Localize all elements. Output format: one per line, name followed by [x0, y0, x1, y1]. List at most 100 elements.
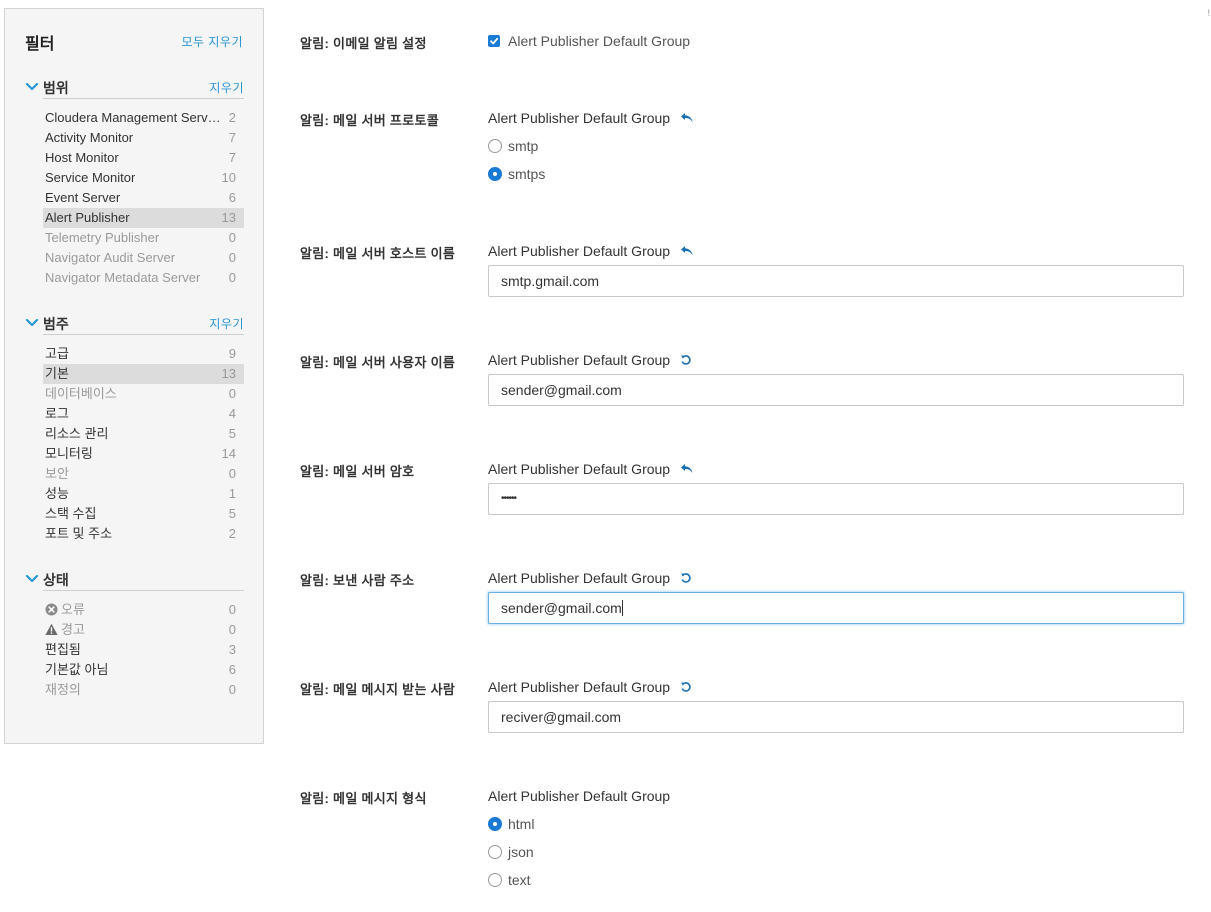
list-item-count: 13: [221, 210, 236, 225]
list-item-label: 성능: [45, 486, 69, 501]
group-name: Alert Publisher Default Group: [488, 679, 671, 695]
status-item-non-default[interactable]: 기본값 아님 6: [43, 660, 244, 680]
category-item-monitoring[interactable]: 모니터링 14: [43, 444, 244, 464]
group-label: Alert Publisher Default Group: [488, 461, 694, 478]
radio-button[interactable]: [488, 139, 502, 153]
scope-list: Cloudera Management Servi... 2 Activity M…: [43, 108, 244, 288]
scope-item-telemetry-publisher[interactable]: Telemetry Publisher 0: [43, 228, 244, 248]
protocol-option-smtps[interactable]: smtps: [488, 164, 545, 184]
reset-circular-icon[interactable]: [680, 680, 692, 696]
format-option-html[interactable]: html: [488, 814, 534, 834]
category-item-performance[interactable]: 성능 1: [43, 484, 244, 504]
checkbox-checked-icon[interactable]: [488, 35, 500, 47]
scope-item-event-server[interactable]: Event Server 6: [43, 188, 244, 208]
radio-button-selected[interactable]: [488, 167, 502, 181]
category-item-database[interactable]: 데이터베이스 0: [43, 384, 244, 404]
format-option-text[interactable]: text: [488, 870, 531, 890]
category-item-advanced[interactable]: 고급 9: [43, 344, 244, 364]
radio-button[interactable]: [488, 873, 502, 887]
category-item-resource-management[interactable]: 리소스 관리 5: [43, 424, 244, 444]
list-item-count: 2: [228, 110, 236, 125]
mail-recipients-input[interactable]: reciver@gmail.com: [488, 701, 1184, 733]
list-item-count: 1: [228, 486, 236, 501]
filter-sidebar: 필터 모두 지우기 범위 지우기 Cloudera Management Ser…: [4, 8, 264, 744]
group-label: Alert Publisher Default Group: [488, 110, 694, 127]
category-section: 범주 지우기 고급 9 기본 13 데이터베이스 0 로그 4 리소스 관리 5 모니터링…: [25, 313, 244, 544]
group-label: Alert Publisher Default Group: [488, 243, 694, 260]
input-value: sender@gmail.com: [501, 600, 622, 616]
group-name: Alert Publisher Default Group: [488, 788, 671, 804]
revert-arrow-icon[interactable]: [680, 244, 694, 260]
list-item-count: 0: [228, 386, 236, 401]
clear-category-link[interactable]: 지우기: [209, 315, 244, 332]
mail-username-input[interactable]: sender@gmail.com: [488, 374, 1184, 406]
checkbox-label: Alert Publisher Default Group: [508, 33, 691, 49]
status-item-edited[interactable]: 편집됨 3: [43, 640, 244, 660]
scope-item-host-monitor[interactable]: Host Monitor 7: [43, 148, 244, 168]
category-item-security[interactable]: 보안 0: [43, 464, 244, 484]
revert-arrow-icon[interactable]: [680, 462, 694, 478]
scope-item-navigator-audit-server[interactable]: Navigator Audit Server 0: [43, 248, 244, 268]
list-item-count: 7: [228, 150, 236, 165]
status-title: 상태: [43, 572, 69, 588]
chevron-down-icon[interactable]: [25, 571, 39, 585]
scope-item-cloudera-management[interactable]: Cloudera Management Servi... 2: [43, 108, 244, 128]
scope-item-alert-publisher[interactable]: Alert Publisher 13: [43, 208, 244, 228]
category-title: 범주: [43, 316, 69, 332]
format-option-json[interactable]: json: [488, 842, 534, 862]
status-section-header: 상태: [25, 569, 244, 591]
list-item-count: 0: [228, 250, 236, 265]
group-name: Alert Publisher Default Group: [488, 570, 671, 586]
chevron-down-icon[interactable]: [25, 79, 39, 93]
radio-button[interactable]: [488, 845, 502, 859]
list-item-label: 보안: [45, 466, 69, 481]
email-alerts-checkbox[interactable]: Alert Publisher Default Group: [488, 33, 690, 49]
scope-item-activity-monitor[interactable]: Activity Monitor 7: [43, 128, 244, 148]
list-item-label: 모니터링: [45, 446, 93, 461]
reset-circular-icon[interactable]: [680, 571, 692, 587]
list-item-label: 데이터베이스: [45, 386, 117, 401]
category-section-header: 범주 지우기: [25, 313, 244, 335]
radio-button-selected[interactable]: [488, 817, 502, 831]
group-name: Alert Publisher Default Group: [488, 243, 671, 259]
list-item-label: Activity Monitor: [45, 130, 134, 145]
setting-label: 알림: 메일 서버 암호: [300, 464, 415, 479]
status-item-warning[interactable]: 경고 0: [43, 620, 244, 640]
clear-all-filters-link[interactable]: 모두 지우기: [181, 33, 243, 50]
group-label: Alert Publisher Default Group: [488, 352, 692, 369]
text-caret: [621, 600, 623, 616]
radio-label: text: [508, 872, 531, 888]
clear-scope-link[interactable]: 지우기: [209, 79, 244, 96]
mail-host-input[interactable]: smtp.gmail.com: [488, 265, 1184, 297]
list-item-count: 0: [228, 682, 236, 697]
list-item-count: 5: [228, 506, 236, 521]
mail-password-input[interactable]: ••••••: [488, 483, 1184, 515]
list-item-label: 로그: [45, 406, 69, 421]
list-item-label: Alert Publisher: [45, 210, 130, 225]
category-list: 고급 9 기본 13 데이터베이스 0 로그 4 리소스 관리 5 모니터링 14 보안 0 …: [43, 344, 244, 544]
scope-section-header: 범위 지우기: [25, 77, 244, 99]
protocol-option-smtp[interactable]: smtp: [488, 136, 538, 156]
list-item-label: Navigator Audit Server: [45, 250, 176, 265]
list-item-label: Cloudera Management Servi...: [45, 110, 221, 125]
sender-address-input[interactable]: sender@gmail.com: [488, 592, 1184, 624]
status-item-error[interactable]: 오류 0: [43, 600, 244, 620]
category-item-stacks-collection[interactable]: 스택 수집 5: [43, 504, 244, 524]
reset-circular-icon[interactable]: [680, 353, 692, 369]
scope-item-service-monitor[interactable]: Service Monitor 10: [43, 168, 244, 188]
list-item-label: 고급: [45, 346, 69, 361]
status-item-override[interactable]: 재정의 0: [43, 680, 244, 700]
revert-arrow-icon[interactable]: [680, 111, 694, 127]
setting-label: 알림: 메일 서버 프로토콜: [300, 113, 439, 128]
setting-label: 알림: 메일 메시지 받는 사람: [300, 682, 456, 697]
scope-item-navigator-metadata-server[interactable]: Navigator Metadata Server 0: [43, 268, 244, 288]
filter-title: 필터: [25, 36, 55, 53]
setting-label: 알림: 메일 서버 호스트 이름: [300, 246, 456, 261]
radio-label: html: [508, 816, 535, 832]
list-item-label: Telemetry Publisher: [45, 230, 160, 245]
category-item-logs[interactable]: 로그 4: [43, 404, 244, 424]
category-item-main[interactable]: 기본 13: [43, 364, 244, 384]
chevron-down-icon[interactable]: [25, 315, 39, 329]
category-item-ports-addresses[interactable]: 포트 및 주소 2: [43, 524, 244, 544]
list-item-label: 스택 수집: [45, 506, 97, 521]
